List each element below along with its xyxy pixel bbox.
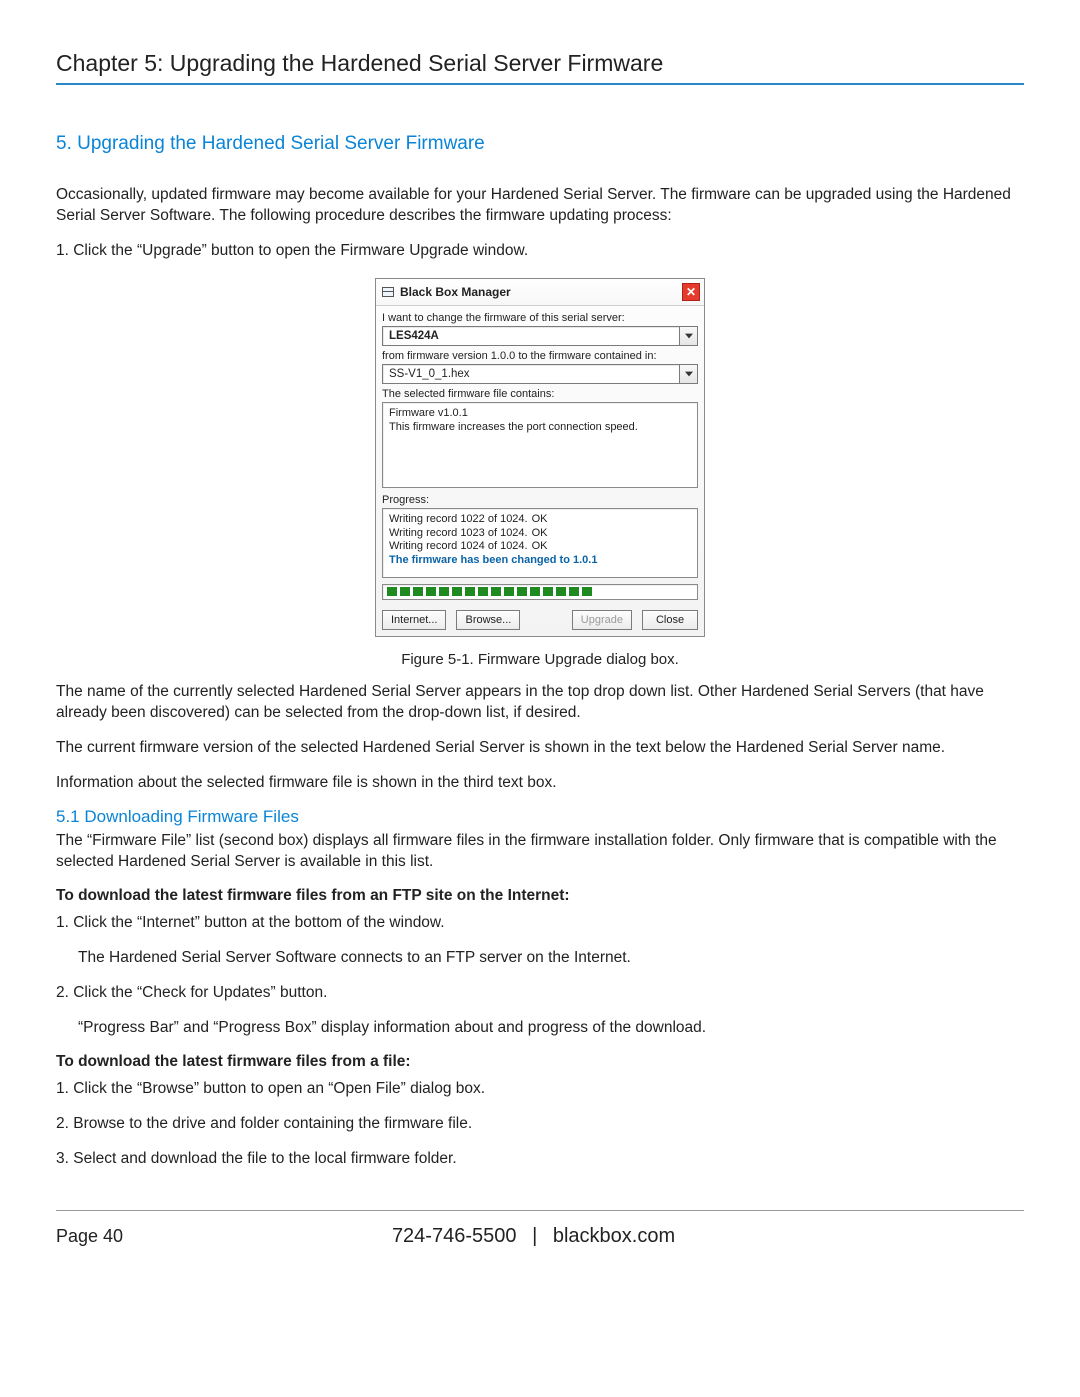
browse-button[interactable]: Browse... bbox=[456, 610, 520, 630]
paragraph: Information about the selected firmware … bbox=[56, 773, 1024, 794]
chapter-title: Chapter 5: Upgrading the Hardened Serial… bbox=[56, 50, 1024, 77]
firmware-upgrade-dialog: Black Box Manager ✕ I want to change the… bbox=[375, 278, 705, 637]
ftp-step-1-note: The Hardened Serial Server Software conn… bbox=[78, 948, 1024, 969]
file-step-2: 2. Browse to the drive and folder contai… bbox=[56, 1114, 1024, 1135]
firmware-desc-line: This firmware increases the port connect… bbox=[389, 421, 691, 435]
label-from-version: from firmware version 1.0.0 to the firmw… bbox=[382, 350, 698, 362]
progress-line: Writing record 1023 of 1024.OK bbox=[389, 527, 691, 541]
file-step-3: 3. Select and download the file to the l… bbox=[56, 1149, 1024, 1170]
bold-heading-ftp: To download the latest firmware files fr… bbox=[56, 887, 1024, 905]
dropdown-icon[interactable] bbox=[680, 364, 698, 384]
server-select[interactable]: LES424A bbox=[382, 326, 680, 346]
internet-button[interactable]: Internet... bbox=[382, 610, 446, 630]
ftp-step-2: 2. Click the “Check for Updates” button. bbox=[56, 983, 1024, 1004]
file-step-1: 1. Click the “Browse” button to open an … bbox=[56, 1079, 1024, 1100]
progress-complete-line: The firmware has been changed to 1.0.1 bbox=[389, 554, 691, 568]
intro-paragraph: Occasionally, updated firmware may becom… bbox=[56, 185, 1024, 227]
progress-box: Writing record 1022 of 1024.OK Writing r… bbox=[382, 508, 698, 578]
label-progress: Progress: bbox=[382, 494, 698, 506]
label-change-firmware: I want to change the firmware of this se… bbox=[382, 312, 698, 324]
paragraph: The “Firmware File” list (second box) di… bbox=[56, 831, 1024, 873]
footer-phone: 724-746-5500 bbox=[392, 1225, 517, 1247]
upgrade-button[interactable]: Upgrade bbox=[572, 610, 632, 630]
app-window-icon bbox=[382, 287, 394, 297]
page-footer: Page 40 724-746-5500 | blackbox.com bbox=[56, 1211, 1024, 1248]
subsection-heading: 5.1 Downloading Firmware Files bbox=[56, 807, 1024, 827]
page-number: Page 40 bbox=[56, 1226, 123, 1247]
dialog-title: Black Box Manager bbox=[400, 285, 682, 299]
close-button[interactable]: Close bbox=[642, 610, 698, 630]
section-heading: 5. Upgrading the Hardened Serial Server … bbox=[56, 133, 1024, 155]
label-file-contains: The selected firmware file contains: bbox=[382, 388, 698, 400]
ftp-step-1: 1. Click the “Internet” button at the bo… bbox=[56, 913, 1024, 934]
progress-line: Writing record 1024 of 1024.OK bbox=[389, 540, 691, 554]
firmware-info-box: Firmware v1.0.1 This firmware increases … bbox=[382, 402, 698, 488]
step-1: 1. Click the “Upgrade” button to open th… bbox=[56, 241, 1024, 262]
progress-bar bbox=[382, 584, 698, 600]
paragraph: The current firmware version of the sele… bbox=[56, 738, 1024, 759]
divider-top bbox=[56, 83, 1024, 85]
progress-line: Writing record 1022 of 1024.OK bbox=[389, 513, 691, 527]
figure-caption: Figure 5-1. Firmware Upgrade dialog box. bbox=[56, 651, 1024, 668]
dropdown-icon[interactable] bbox=[680, 326, 698, 346]
ftp-step-2-note: “Progress Bar” and “Progress Box” displa… bbox=[78, 1018, 1024, 1039]
bold-heading-file: To download the latest firmware files fr… bbox=[56, 1053, 1024, 1071]
firmware-version-line: Firmware v1.0.1 bbox=[389, 407, 691, 421]
close-icon[interactable]: ✕ bbox=[682, 283, 700, 301]
footer-site: blackbox.com bbox=[553, 1225, 675, 1247]
footer-separator: | bbox=[532, 1225, 537, 1247]
firmware-file-select[interactable]: SS-V1_0_1.hex bbox=[382, 364, 680, 384]
paragraph: The name of the currently selected Harde… bbox=[56, 682, 1024, 724]
dialog-titlebar: Black Box Manager ✕ bbox=[376, 279, 704, 306]
